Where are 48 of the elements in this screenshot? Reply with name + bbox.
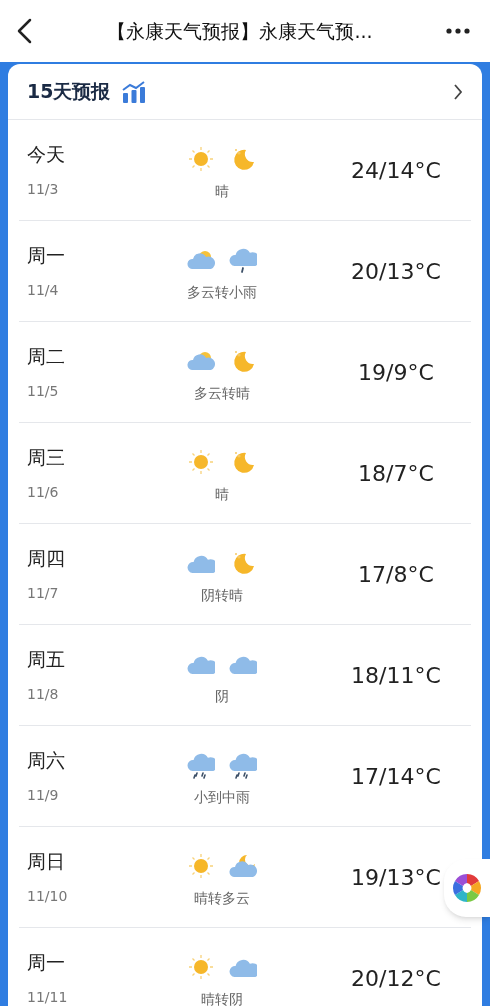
sun-icon (187, 851, 215, 880)
date-label: 11/7 (27, 583, 60, 603)
day-name: 周一 (27, 950, 66, 976)
day-name: 周五 (27, 647, 66, 673)
date-label: 11/8 (27, 684, 60, 704)
day-name: 周一 (27, 243, 66, 269)
weather-description: 小到中雨 (194, 787, 250, 807)
page-title: 【永康天气预报】永康天气预... (107, 18, 373, 44)
day-name: 周二 (27, 344, 66, 370)
date-label: 11/11 (27, 987, 69, 1006)
temperature-range: 24/14°C (351, 156, 441, 185)
temperature-range: 18/7°C (358, 459, 434, 488)
temperature-range: 19/9°C (358, 358, 434, 387)
weather-description: 阴 (215, 686, 229, 706)
temperature-range: 17/14°C (351, 762, 441, 791)
more-icon[interactable] (446, 28, 470, 34)
temperature-range: 20/12°C (351, 964, 441, 993)
floating-assistant-button[interactable] (444, 859, 490, 917)
chevron-right-icon[interactable] (453, 82, 463, 101)
day-name: 周六 (27, 748, 66, 774)
sun-icon (187, 952, 215, 981)
bar-chart-icon (122, 80, 147, 103)
date-label: 11/3 (27, 179, 60, 199)
date-label: 11/5 (27, 381, 60, 401)
weather-description: 晴 (215, 181, 229, 201)
back-icon[interactable] (16, 18, 34, 44)
weather-description: 阴转晴 (201, 585, 243, 605)
temperature-range: 17/8°C (358, 560, 434, 589)
weather-description: 多云转小雨 (187, 282, 257, 302)
weather-description: 多云转晴 (194, 383, 250, 403)
forecast-title: 15天预报 (27, 79, 111, 105)
sun-icon (187, 447, 215, 476)
temperature-range: 20/13°C (351, 257, 441, 286)
date-label: 11/4 (27, 280, 60, 300)
date-label: 11/9 (27, 785, 60, 805)
day-name: 周三 (27, 445, 66, 471)
weather-description: 晴 (215, 484, 229, 504)
temperature-range: 19/13°C (351, 863, 441, 892)
day-name: 今天 (27, 142, 66, 168)
date-label: 11/10 (27, 886, 69, 906)
weather-description: 晴转多云 (194, 888, 250, 908)
date-label: 11/6 (27, 482, 60, 502)
day-name: 周四 (27, 546, 66, 572)
temperature-range: 18/11°C (351, 661, 441, 690)
day-name: 周日 (27, 849, 66, 875)
sun-icon (187, 144, 215, 173)
swirl-icon (451, 872, 483, 904)
weather-description: 晴转阴 (201, 989, 243, 1006)
